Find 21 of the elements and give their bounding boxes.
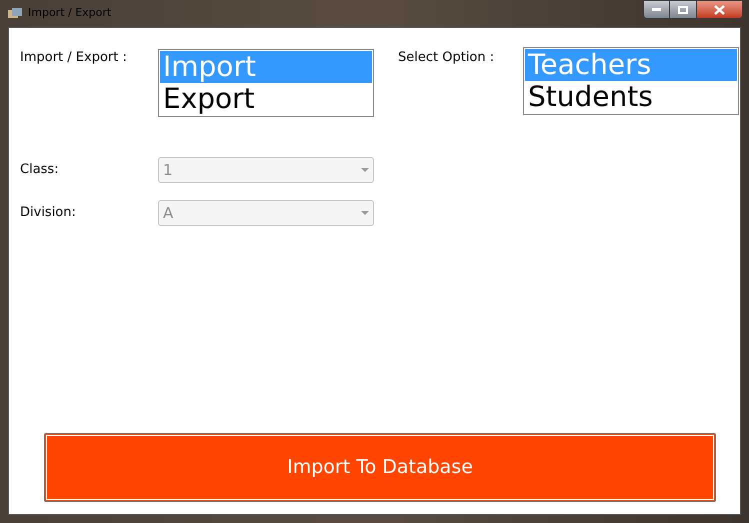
window-title: Import / Export: [28, 5, 112, 22]
app-icon: [7, 6, 23, 20]
field-label: Import / Export :: [20, 49, 128, 67]
import-button[interactable]: Import To Database: [44, 433, 716, 502]
close-button[interactable]: [696, 0, 743, 19]
minimize-button[interactable]: [643, 0, 670, 19]
list-item[interactable]: Import: [160, 51, 372, 83]
list-item[interactable]: Teachers: [525, 49, 737, 81]
field-label: Class:: [20, 161, 60, 180]
field-label: Division:: [20, 204, 77, 222]
close-icon: [714, 4, 725, 14]
field-label: Select Option :: [398, 49, 496, 67]
list-item[interactable]: Export: [160, 83, 372, 115]
list-item[interactable]: Students: [525, 81, 737, 113]
minimize-icon: [652, 8, 661, 11]
maximize-icon: [678, 6, 688, 14]
dropdown-arrow-icon: [361, 168, 369, 172]
list-box[interactable]: Teachers Students: [523, 47, 739, 115]
maximize-button[interactable]: [670, 0, 696, 19]
dropdown-arrow-icon: [361, 211, 369, 215]
list-box[interactable]: Import Export: [158, 49, 374, 117]
